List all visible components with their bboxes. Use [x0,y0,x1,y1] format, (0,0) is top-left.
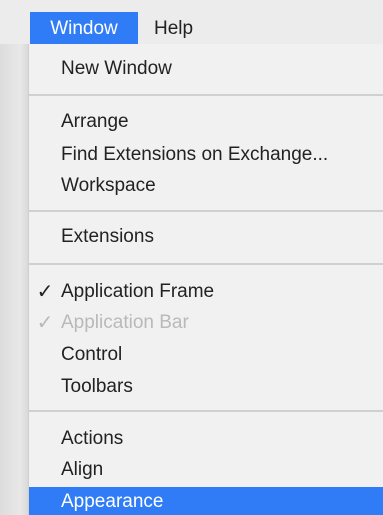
menu-item-label: Toolbars [61,376,133,397]
menu-bar: Window Help [0,0,383,44]
menu-item-label: Extensions [61,226,154,247]
menu-item-actions[interactable]: Actions [29,424,383,454]
menu-item-extensions[interactable]: Extensions [29,222,383,252]
menu-item-find-extensions[interactable]: Find Extensions on Exchange... [29,140,383,170]
window-dropdown-menu: New Window Arrange Find Extensions on Ex… [28,44,383,515]
menu-item-toolbars[interactable]: Toolbars [29,372,383,402]
menu-item-label: Arrange [61,111,129,132]
help-menu[interactable]: Help [146,12,201,44]
checkmark-icon: ✓ [36,312,54,334]
menu-item-application-bar: ✓ Application Bar [29,308,383,338]
menu-item-appearance[interactable]: Appearance [29,487,383,515]
menu-item-label: Actions [61,428,124,449]
window-menu[interactable]: Window [30,12,138,44]
menu-item-control[interactable]: Control [29,340,383,370]
menu-item-workspace[interactable]: Workspace [29,171,383,201]
menu-item-arrange[interactable]: Arrange [29,107,383,137]
menu-item-label: Workspace [61,175,156,196]
menu-separator [29,410,383,412]
menu-item-label: Appearance [61,491,164,512]
menu-item-new-window[interactable]: New Window [29,54,383,84]
menu-item-label: Find Extensions on Exchange... [61,144,329,165]
menu-item-label: Align [61,459,104,480]
checkmark-icon: ✓ [36,281,54,303]
menu-item-application-frame[interactable]: ✓ Application Frame [29,277,383,307]
background-window-edge [0,44,28,515]
menu-item-label: Control [61,344,123,365]
menu-item-label: New Window [61,58,172,79]
menu-separator [29,263,383,265]
menu-separator [29,210,383,212]
menu-item-align[interactable]: Align [29,455,383,485]
menu-separator [29,94,383,96]
menu-item-label: Application Bar [61,312,189,333]
menu-item-label: Application Frame [61,281,215,302]
